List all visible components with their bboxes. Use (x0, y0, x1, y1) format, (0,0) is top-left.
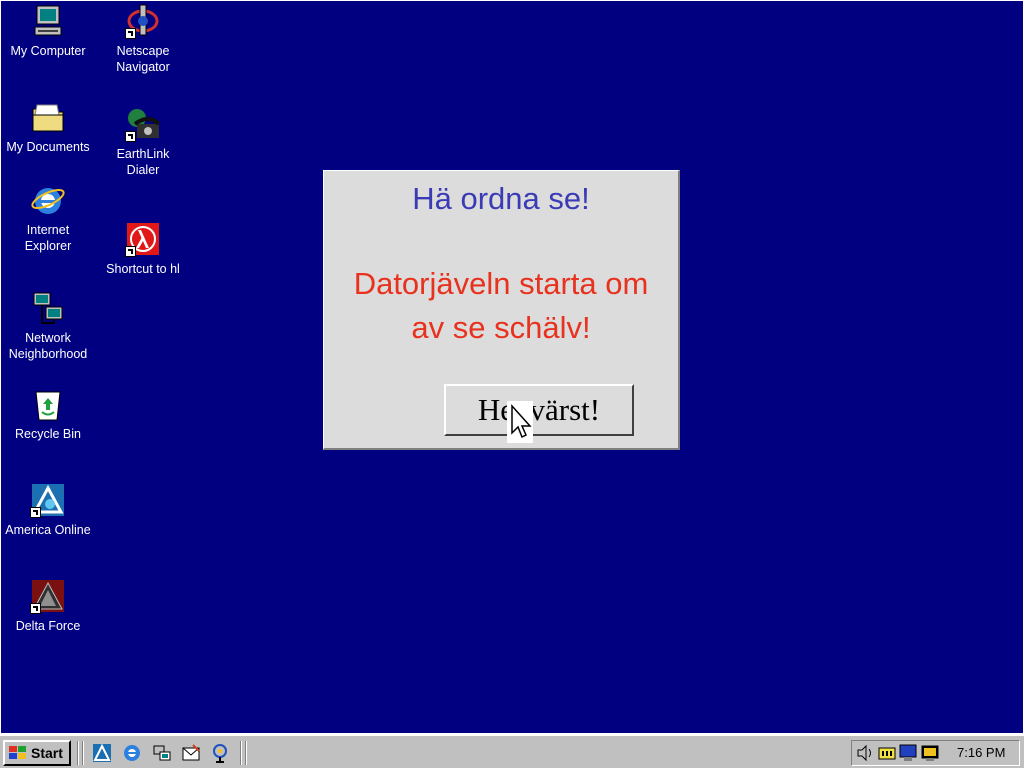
system-tray: 7:16 PM (851, 740, 1020, 766)
start-label: Start (31, 745, 63, 761)
shortcut-arrow-icon (30, 507, 41, 518)
shortcut-arrow-icon (30, 603, 41, 614)
monitor-icon[interactable] (878, 744, 896, 762)
volume-icon[interactable] (856, 744, 874, 762)
icon-label: America Online (5, 523, 91, 537)
desktop-icon-internet-explorer[interactable]: Internet Explorer (1, 182, 98, 254)
icon-label: Shortcut to hl (106, 262, 180, 276)
taskbar-separator (245, 741, 247, 765)
network-icon (30, 290, 66, 326)
dialog-ok-button[interactable]: He värst! (444, 384, 634, 436)
shortcut-arrow-icon (125, 131, 136, 142)
clock[interactable]: 7:16 PM (957, 745, 1005, 760)
taskbar-separator (77, 741, 79, 765)
recycle-bin-icon (30, 386, 66, 422)
display-icon[interactable] (899, 744, 917, 762)
taskbar-separator (82, 741, 84, 765)
aol-icon (30, 482, 66, 518)
desktop-icon-earthlink[interactable]: EarthLink Dialer (93, 106, 193, 178)
desktop-icon-network-neighborhood[interactable]: Network Neighborhood (1, 290, 98, 362)
desktop: My Computer Netscape Navigator My Docume… (1, 1, 1023, 733)
icon-label: EarthLink Dialer (116, 147, 170, 177)
icon-label: Network Neighborhood (8, 331, 88, 361)
icon-label: Netscape Navigator (116, 44, 170, 74)
quicklaunch-outlook-icon[interactable] (181, 743, 201, 763)
halflife-icon (125, 221, 161, 257)
quicklaunch-desktop-icon[interactable] (152, 743, 172, 763)
dialog-message: Datorjäveln starta om av se schälv! (353, 266, 649, 345)
mouse-cursor-icon (507, 401, 533, 443)
icon-label: Delta Force (15, 619, 81, 633)
screen-icon[interactable] (921, 744, 939, 762)
desktop-icon-recycle-bin[interactable]: Recycle Bin (1, 386, 98, 442)
quicklaunch-ie-icon[interactable] (122, 743, 142, 763)
shortcut-arrow-icon (125, 28, 136, 39)
icon-label: My Computer (10, 44, 86, 58)
computer-icon (30, 3, 66, 39)
message-dialog: Hä ordna se! Datorjäveln starta om av se… (323, 170, 680, 450)
quicklaunch-channels-icon[interactable] (210, 743, 230, 763)
shortcut-arrow-icon (125, 246, 136, 257)
ie-icon (30, 182, 66, 218)
taskbar-separator (240, 741, 242, 765)
icon-label: Internet Explorer (24, 223, 72, 253)
desktop-icon-america-online[interactable]: America Online (1, 482, 98, 538)
desktop-icon-delta-force[interactable]: Delta Force (1, 578, 98, 634)
netscape-icon (125, 3, 161, 39)
folder-icon (30, 99, 66, 135)
dialog-button-label: He värst! (477, 392, 601, 427)
dialog-title: Hä ordna se! (412, 181, 590, 216)
desktop-icon-netscape[interactable]: Netscape Navigator (93, 3, 193, 75)
quicklaunch-aol-icon[interactable] (92, 743, 112, 763)
phone-icon (125, 106, 161, 142)
desktop-icon-my-computer[interactable]: My Computer (1, 3, 98, 59)
delta-force-icon (30, 578, 66, 614)
windows-logo-icon (9, 746, 26, 759)
icon-label: My Documents (6, 140, 90, 154)
desktop-icon-my-documents[interactable]: My Documents (1, 99, 98, 155)
desktop-icon-shortcut-hl[interactable]: Shortcut to hl (93, 221, 193, 277)
start-button[interactable]: Start (3, 740, 71, 766)
icon-label: Recycle Bin (15, 427, 81, 441)
taskbar: Start 7:16 PM (0, 734, 1024, 768)
